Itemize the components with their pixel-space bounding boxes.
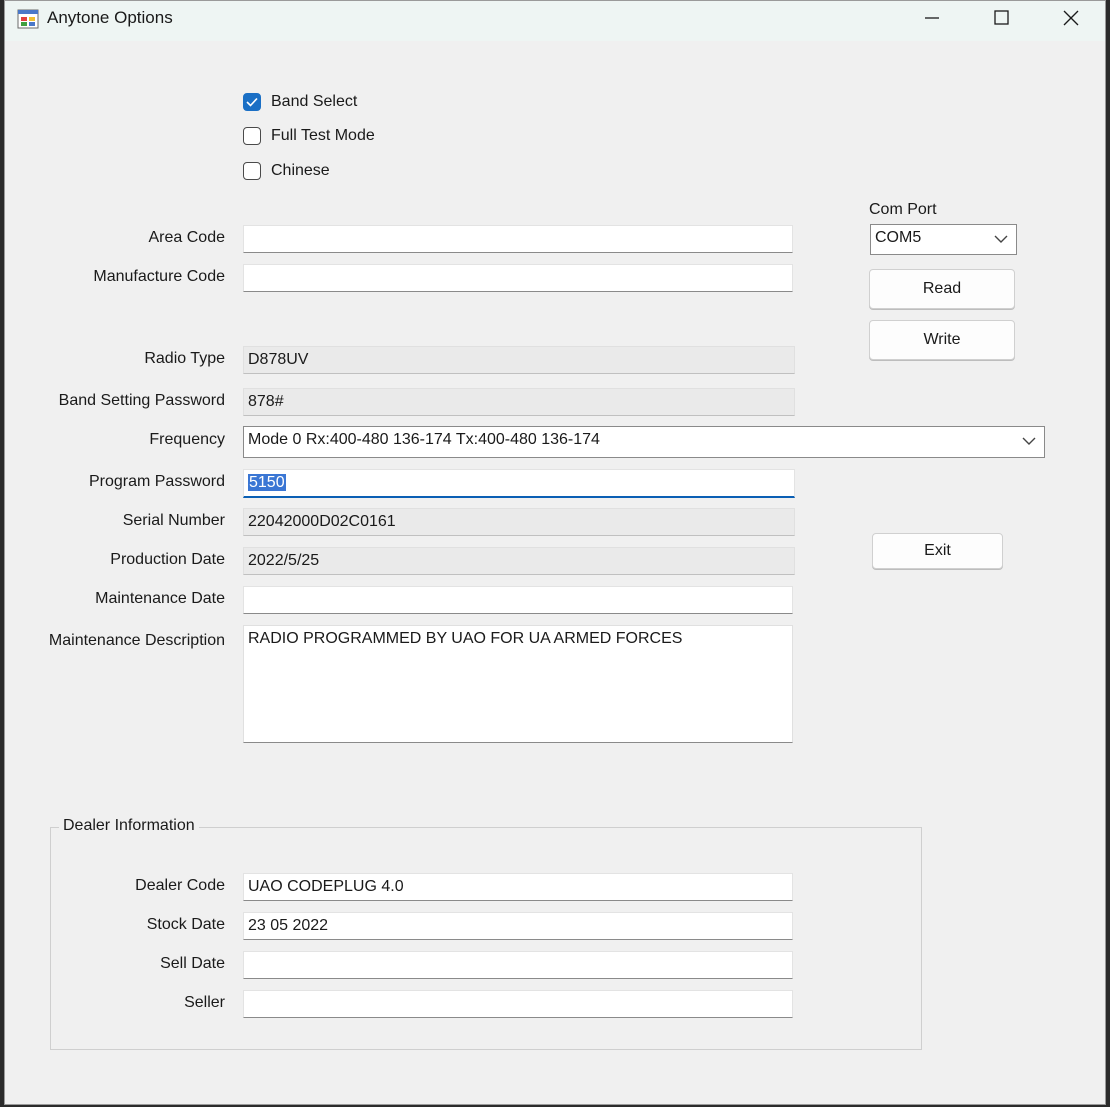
- windows-form-icon: [17, 8, 39, 30]
- production-date-input[interactable]: 2022/5/25: [243, 547, 795, 575]
- maximize-icon: [994, 10, 1009, 25]
- seller-label: Seller: [184, 994, 225, 1011]
- production-date-label: Production Date: [110, 551, 225, 568]
- minimize-button[interactable]: [897, 1, 967, 35]
- write-button[interactable]: Write: [869, 320, 1015, 360]
- read-button[interactable]: Read: [869, 269, 1015, 309]
- chinese-label: Chinese: [271, 162, 330, 179]
- selected-text: 5150: [248, 474, 286, 491]
- chevron-down-icon: [1022, 437, 1036, 445]
- radio-type-input[interactable]: D878UV: [243, 346, 795, 374]
- exit-button[interactable]: Exit: [872, 533, 1003, 569]
- program-password-label: Program Password: [88, 473, 225, 490]
- frequency-selected-value: Mode 0 Rx:400-480 136-174 Tx:400-480 136…: [248, 431, 600, 448]
- serial-number-label: Serial Number: [122, 512, 225, 529]
- maintenance-description-label: Maintenance Description: [48, 632, 225, 649]
- dealer-code-label: Dealer Code: [135, 877, 225, 894]
- com-port-dropdown[interactable]: COM5: [870, 224, 1017, 255]
- checkbox-unchecked-icon: [243, 162, 261, 180]
- checkbox-checked-icon: [243, 93, 261, 111]
- band-select-checkbox[interactable]: Band Select: [243, 91, 357, 113]
- sell-date-input[interactable]: [243, 951, 793, 979]
- full-test-mode-label: Full Test Mode: [271, 127, 375, 144]
- dealer-information-title: Dealer Information: [59, 817, 199, 835]
- band-select-label: Band Select: [271, 93, 358, 110]
- minimize-icon: [925, 17, 939, 19]
- manufacture-code-input[interactable]: [243, 264, 793, 292]
- radio-type-label: Radio Type: [144, 350, 225, 367]
- maintenance-description-textarea[interactable]: RADIO PROGRAMMED BY UAO FOR UA ARMED FOR…: [243, 625, 793, 743]
- anytone-options-window: Anytone Options Band Select Full Test Mo…: [4, 0, 1106, 1105]
- close-button[interactable]: [1036, 1, 1106, 35]
- title-bar: Anytone Options: [5, 1, 1105, 41]
- area-code-input[interactable]: [243, 225, 793, 253]
- frequency-dropdown[interactable]: Mode 0 Rx:400-480 136-174 Tx:400-480 136…: [243, 426, 1045, 458]
- chinese-checkbox[interactable]: Chinese: [243, 160, 330, 182]
- band-setting-password-input[interactable]: 878#: [243, 388, 795, 416]
- program-password-input[interactable]: 5150: [243, 469, 795, 498]
- seller-input[interactable]: [243, 990, 793, 1018]
- stock-date-label: Stock Date: [146, 916, 225, 933]
- window-title: Anytone Options: [47, 8, 173, 27]
- com-port-selected-value: COM5: [875, 229, 922, 246]
- area-code-label: Area Code: [148, 229, 226, 246]
- full-test-mode-checkbox[interactable]: Full Test Mode: [243, 125, 375, 147]
- dealer-code-input[interactable]: UAO CODEPLUG 4.0: [243, 873, 793, 901]
- close-icon: [1063, 10, 1079, 26]
- maintenance-date-label: Maintenance Date: [95, 590, 225, 607]
- maintenance-date-input[interactable]: [243, 586, 793, 614]
- com-port-label: Com Port: [869, 201, 937, 218]
- chevron-down-icon: [994, 235, 1008, 243]
- serial-number-input[interactable]: 22042000D02C0161: [243, 508, 795, 536]
- frequency-label: Frequency: [149, 431, 225, 448]
- band-setting-password-label: Band Setting Password: [58, 392, 225, 409]
- checkbox-unchecked-icon: [243, 127, 261, 145]
- stock-date-input[interactable]: 23 05 2022: [243, 912, 793, 940]
- sell-date-label: Sell Date: [160, 955, 225, 972]
- manufacture-code-label: Manufacture Code: [93, 268, 225, 285]
- maximize-button[interactable]: [966, 1, 1036, 35]
